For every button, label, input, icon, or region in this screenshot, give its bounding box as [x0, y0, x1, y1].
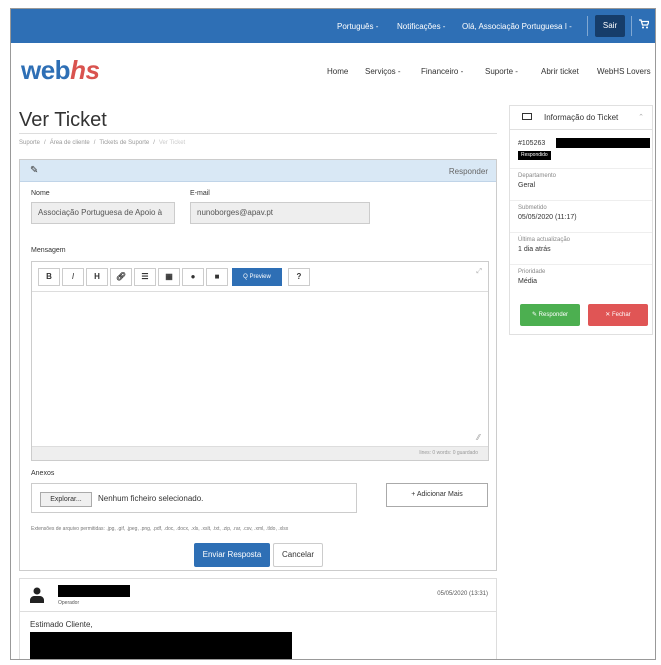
breadcrumb-item[interactable]: Tickets de Suporte — [99, 140, 149, 146]
message-greeting: Estimado Cliente, — [30, 620, 93, 629]
message-editor[interactable]: B I H 🔗︎ ☰ ▦ ● ■ Q Preview ? ⤢ ⁄⁄ lines:… — [31, 261, 489, 461]
pencil-icon: ✎ — [30, 165, 39, 176]
ticket-info-panel: Informação do Ticket ⌃ #105263 Respondid… — [509, 105, 653, 335]
resize-handle-icon[interactable]: ⁄⁄ — [477, 433, 480, 442]
ticket-info-title: Informação do Ticket — [544, 113, 619, 122]
department-label: Departamento — [518, 173, 557, 179]
ticket-icon — [522, 113, 532, 120]
nav-support[interactable]: Suporte - — [485, 67, 518, 76]
cancel-button[interactable]: Cancelar — [273, 543, 323, 567]
reply-panel-header[interactable]: ✎ Responder — [20, 160, 496, 182]
name-field[interactable]: Associação Portuguesa de Apoio à — [31, 202, 175, 224]
department-row: Departamento Geral — [510, 168, 652, 198]
last-update-row: Última actualização 1 dia atrás — [510, 232, 652, 262]
heading-button[interactable]: H — [86, 268, 108, 286]
page-title: Ver Ticket — [19, 109, 107, 131]
submitted-label: Submetido — [518, 205, 547, 211]
code-icon[interactable]: ● — [182, 268, 204, 286]
language-menu[interactable]: Português - — [337, 22, 378, 31]
nav-open-ticket[interactable]: Abrir ticket — [541, 67, 579, 76]
nav-finance[interactable]: Financeiro - — [421, 67, 463, 76]
side-reply-button[interactable]: ✎ Responder — [520, 304, 580, 326]
ticket-info-header[interactable]: Informação do Ticket ⌃ — [510, 106, 652, 130]
user-icon — [30, 587, 44, 603]
nav-home[interactable]: Home — [327, 67, 348, 76]
side-close-button[interactable]: ✕ Fechar — [588, 304, 648, 326]
reply-toggle[interactable]: Responder — [449, 167, 488, 176]
send-reply-button[interactable]: Enviar Resposta — [194, 543, 270, 567]
notifications-menu[interactable]: Notificações - — [397, 22, 445, 31]
browser-viewport: Português - Notificações - Olá, Associaç… — [10, 8, 656, 660]
quote-icon[interactable]: ■ — [206, 268, 228, 286]
redacted-author — [58, 585, 130, 597]
side-close-label: Fechar — [612, 312, 631, 318]
side-reply-label: Responder — [538, 312, 569, 318]
link-icon[interactable]: 🔗︎ — [110, 268, 132, 286]
browse-button[interactable]: Explorar... — [40, 492, 92, 507]
priority-row: Prioridade Média — [510, 264, 652, 296]
chevron-up-icon[interactable]: ⌃ — [638, 113, 644, 121]
divider — [631, 16, 632, 36]
preview-button[interactable]: Q Preview — [232, 268, 282, 286]
ticket-message: Operador 05/05/2020 (13:31) Estimado Cli… — [19, 578, 497, 659]
priority-label: Prioridade — [518, 269, 546, 275]
divider — [587, 16, 588, 36]
brand-logo[interactable]: webhs — [21, 55, 100, 86]
breadcrumb-sep: / — [93, 140, 96, 146]
allowed-extensions: Extensões de arquivo permitidas: .jpg, .… — [31, 526, 289, 532]
top-bar: Português - Notificações - Olá, Associaç… — [11, 9, 655, 43]
help-button[interactable]: ? — [288, 268, 310, 286]
title-divider — [19, 133, 497, 134]
breadcrumb-current: Ver Ticket — [158, 140, 186, 146]
cart-icon[interactable] — [639, 19, 650, 32]
submitted-value: 05/05/2020 (11:17) — [518, 214, 577, 221]
logout-button[interactable]: Sair — [595, 15, 625, 37]
name-label: Nome — [31, 190, 50, 197]
message-date: 05/05/2020 (13:31) — [437, 591, 488, 597]
breadcrumb-item[interactable]: Suporte — [19, 140, 40, 146]
email-label: E-mail — [190, 190, 210, 197]
file-input[interactable]: Explorar... Nenhum ficheiro selecionado. — [31, 483, 357, 513]
attachments-label: Anexos — [31, 470, 55, 477]
email-field[interactable]: nunoborges@apav.pt — [190, 202, 370, 224]
last-update-value: 1 dia atrás — [518, 246, 551, 253]
bullet-list-icon[interactable]: ☰ — [134, 268, 156, 286]
priority-value: Média — [518, 278, 538, 285]
numbered-list-icon[interactable]: ▦ — [158, 268, 180, 286]
last-update-label: Última actualização — [518, 237, 571, 243]
reply-panel: ✎ Responder Nome Associação Portuguesa d… — [19, 159, 497, 571]
breadcrumb-item[interactable]: Área de cliente — [50, 140, 90, 146]
account-menu[interactable]: Olá, Associação Portuguesa I - — [462, 22, 572, 31]
message-divider — [20, 611, 496, 612]
bold-button[interactable]: B — [38, 268, 60, 286]
author-role: Operador — [58, 600, 80, 606]
ticket-id: #105263 — [518, 140, 546, 147]
editor-counts: lines: 0 words: 0 guardado — [419, 450, 478, 456]
no-file-text: Nenhum ficheiro selecionado. — [98, 494, 204, 503]
redacted-subject — [556, 138, 650, 148]
add-more-button[interactable]: + Adicionar Mais — [386, 483, 488, 507]
status-badge: Respondido — [518, 151, 551, 160]
logo-text: web — [21, 55, 71, 85]
department-value: Geral — [518, 182, 536, 189]
nav-lovers[interactable]: WebHS Lovers — [597, 67, 651, 76]
redacted-body — [30, 632, 292, 659]
breadcrumb-sep: / — [153, 140, 155, 146]
message-label: Mensagem — [31, 247, 66, 254]
breadcrumb-sep: / — [44, 140, 46, 146]
breadcrumb: Suporte / Área de cliente / Tickets de Supor… — [19, 140, 189, 146]
nav-services[interactable]: Serviços - — [365, 67, 401, 76]
editor-toolbar: B I H 🔗︎ ☰ ▦ ● ■ Q Preview ? — [32, 262, 488, 292]
fullscreen-icon[interactable]: ⤢ — [476, 268, 482, 276]
submitted-row: Submetido 05/05/2020 (11:17) — [510, 200, 652, 230]
logo-mark: hs — [70, 55, 100, 85]
italic-button[interactable]: I — [62, 268, 84, 286]
editor-statusbar: lines: 0 words: 0 guardado — [32, 446, 488, 460]
